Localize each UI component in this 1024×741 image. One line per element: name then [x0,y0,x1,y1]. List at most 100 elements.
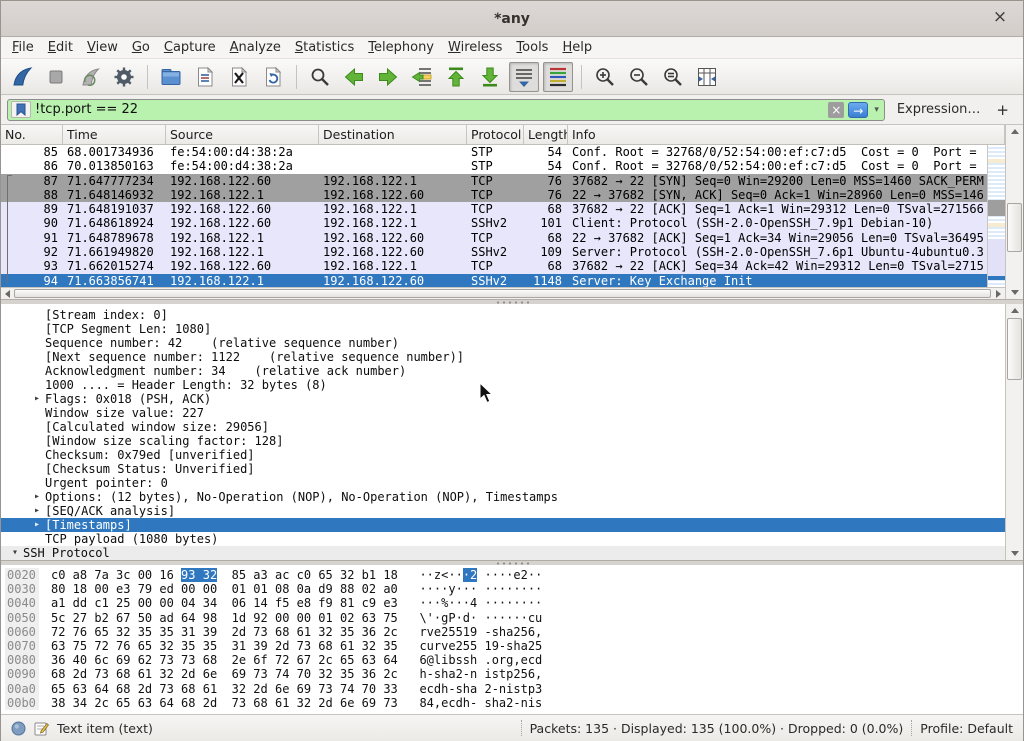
menu-capture[interactable]: Capture [157,38,223,57]
open-file-button[interactable] [156,62,186,92]
menu-statistics[interactable]: Statistics [288,38,361,57]
hex-row[interactable]: 0020c0 a8 7a 3c 00 16 93 32 85 a3 ac c0 … [1,568,1023,582]
scroll-down-arrow[interactable] [1006,286,1023,299]
colorize-toggle[interactable] [543,62,573,92]
detail-line-ssh-protocol[interactable]: ▾SSH Protocol [1,546,1005,560]
packet-row[interactable]: 9371.662015274192.168.122.60192.168.122.… [1,259,987,273]
menu-view[interactable]: View [80,38,125,57]
resize-columns-button[interactable] [692,62,722,92]
auto-scroll-toggle[interactable] [509,62,539,92]
zoom-in-button[interactable] [590,62,620,92]
packet-row[interactable]: 8568.001734936fe:54:00:d4:38:2aSTP54Conf… [1,145,987,159]
menu-wireless[interactable]: Wireless [441,38,509,57]
column-protocol[interactable]: Protocol [467,125,524,144]
detail-line[interactable]: Window size value: 227 [1,406,1005,420]
packet-row[interactable]: 8871.648146932192.168.122.1192.168.122.6… [1,188,987,202]
column-destination[interactable]: Destination [319,125,467,144]
column-time[interactable]: Time [63,125,166,144]
hex-row[interactable]: 0040a1 dd c1 25 00 00 04 34 06 14 f5 e8 … [1,596,1023,610]
hex-row[interactable]: 006072 76 65 32 35 35 31 39 2d 73 68 61 … [1,625,1023,639]
goto-packet-button[interactable] [407,62,437,92]
next-packet-button[interactable] [373,62,403,92]
capture-options-button[interactable] [109,62,139,92]
detail-line[interactable]: Sequence number: 42 (relative sequence n… [1,336,1005,350]
column-length[interactable]: Length [524,125,568,144]
column-source[interactable]: Source [166,125,319,144]
detail-line-timestamps-selected[interactable]: ▸[Timestamps] [1,518,1005,532]
detail-line[interactable]: [Checksum Status: Unverified] [1,462,1005,476]
detail-line[interactable]: Acknowledgment number: 34 (relative ack … [1,364,1005,378]
scroll-up-arrow[interactable] [1006,304,1023,317]
detail-line[interactable]: [Calculated window size: 29056] [1,420,1005,434]
packet-row-selected[interactable]: 9471.663856741192.168.122.1192.168.122.6… [1,274,987,288]
detail-line[interactable]: TCP payload (1080 bytes) [1,532,1005,546]
zoom-out-button[interactable] [624,62,654,92]
restart-capture-button[interactable] [75,62,105,92]
zoom-original-button[interactable] [658,62,688,92]
packet-row[interactable]: 8670.013850163fe:54:00:d4:38:2aSTP54Conf… [1,159,987,173]
menu-file[interactable]: File [5,38,41,57]
first-packet-button[interactable] [441,62,471,92]
hex-row[interactable]: 008036 40 6c 69 62 73 73 68 2e 6f 72 67 … [1,653,1023,667]
detail-line-options[interactable]: ▸Options: (12 bytes), No-Operation (NOP)… [1,490,1005,504]
close-window-button[interactable]: × [989,7,1011,27]
hex-row[interactable]: 007063 75 72 76 65 32 35 35 31 39 2d 73 … [1,639,1023,653]
menu-help[interactable]: Help [555,38,599,57]
find-packet-button[interactable] [305,62,335,92]
packet-row[interactable]: 9071.648618924192.168.122.60192.168.122.… [1,216,987,230]
close-file-button[interactable] [224,62,254,92]
hex-row[interactable]: 00505c 27 b2 67 50 ad 64 98 1d 92 00 00 … [1,611,1023,625]
detail-line[interactable]: [Stream index: 0] [1,308,1005,322]
capture-comment-icon[interactable] [34,721,49,736]
column-no[interactable]: No. [1,125,63,144]
scroll-thumb[interactable] [14,289,991,298]
detail-line[interactable]: [Window size scaling factor: 128] [1,434,1005,448]
hex-row[interactable]: 009068 2d 73 68 61 32 2d 6e 69 73 74 70 … [1,667,1023,681]
expert-info-icon[interactable] [11,721,26,736]
menu-tools[interactable]: Tools [509,38,555,57]
profile-label[interactable]: Profile: Default [920,721,1013,736]
scroll-left-arrow[interactable] [1,288,14,299]
packet-row[interactable]: 9171.648789678192.168.122.1192.168.122.6… [1,231,987,245]
details-vscrollbar[interactable] [1005,304,1023,560]
display-filter-field[interactable]: × → ▾ [7,99,885,121]
detail-line[interactable]: [TCP Segment Len: 1080] [1,322,1005,336]
detail-line[interactable]: Urgent pointer: 0 [1,476,1005,490]
detail-line[interactable]: [Next sequence number: 1122 (relative se… [1,350,1005,364]
previous-packet-button[interactable] [339,62,369,92]
hex-row[interactable]: 003080 18 00 e3 79 ed 00 00 01 01 08 0a … [1,582,1023,596]
filter-bookmark-icon[interactable] [11,101,31,118]
detail-line-flags[interactable]: ▸Flags: 0x018 (PSH, ACK) [1,392,1005,406]
packet-row[interactable]: 8771.647777234192.168.122.60192.168.122.… [1,174,987,188]
detail-line[interactable]: Checksum: 0x79ed [unverified] [1,448,1005,462]
detail-line[interactable]: 1000 .... = Header Length: 32 bytes (8) [1,378,1005,392]
expand-arrow-icon[interactable]: ▸ [29,560,45,561]
packet-row[interactable]: 9271.661949820192.168.122.1192.168.122.6… [1,245,987,259]
column-info[interactable]: Info [568,125,1005,144]
save-file-button[interactable] [190,62,220,92]
scroll-thumb[interactable] [1007,318,1022,380]
detail-line-seq-ack[interactable]: ▸[SEQ/ACK analysis] [1,504,1005,518]
collapse-arrow-icon[interactable]: ▾ [7,546,23,560]
filter-history-dropdown[interactable]: ▾ [872,105,881,115]
expand-arrow-icon[interactable]: ▸ [29,518,45,532]
stop-capture-button[interactable] [41,62,71,92]
expression-button[interactable]: Expression… [893,102,985,117]
scroll-down-arrow[interactable] [1006,547,1023,560]
start-capture-button[interactable] [7,62,37,92]
packet-row[interactable]: 8971.648191037192.168.122.60192.168.122.… [1,202,987,216]
packet-list-vscrollbar[interactable] [1005,125,1023,299]
display-filter-input[interactable] [35,102,824,117]
add-filter-button[interactable]: + [992,101,1017,119]
menu-go[interactable]: Go [125,38,157,57]
menu-edit[interactable]: Edit [41,38,80,57]
scroll-right-arrow[interactable] [992,288,1005,299]
apply-filter-button[interactable]: → [848,102,868,118]
clear-filter-button[interactable]: × [828,102,844,118]
expand-arrow-icon[interactable]: ▸ [29,392,45,406]
hex-row[interactable]: 00b038 34 2c 65 63 64 68 2d 73 68 61 32 … [1,696,1023,710]
menu-telephony[interactable]: Telephony [361,38,441,57]
menu-analyze[interactable]: Analyze [223,38,288,57]
expand-arrow-icon[interactable]: ▸ [29,504,45,518]
reload-file-button[interactable] [258,62,288,92]
